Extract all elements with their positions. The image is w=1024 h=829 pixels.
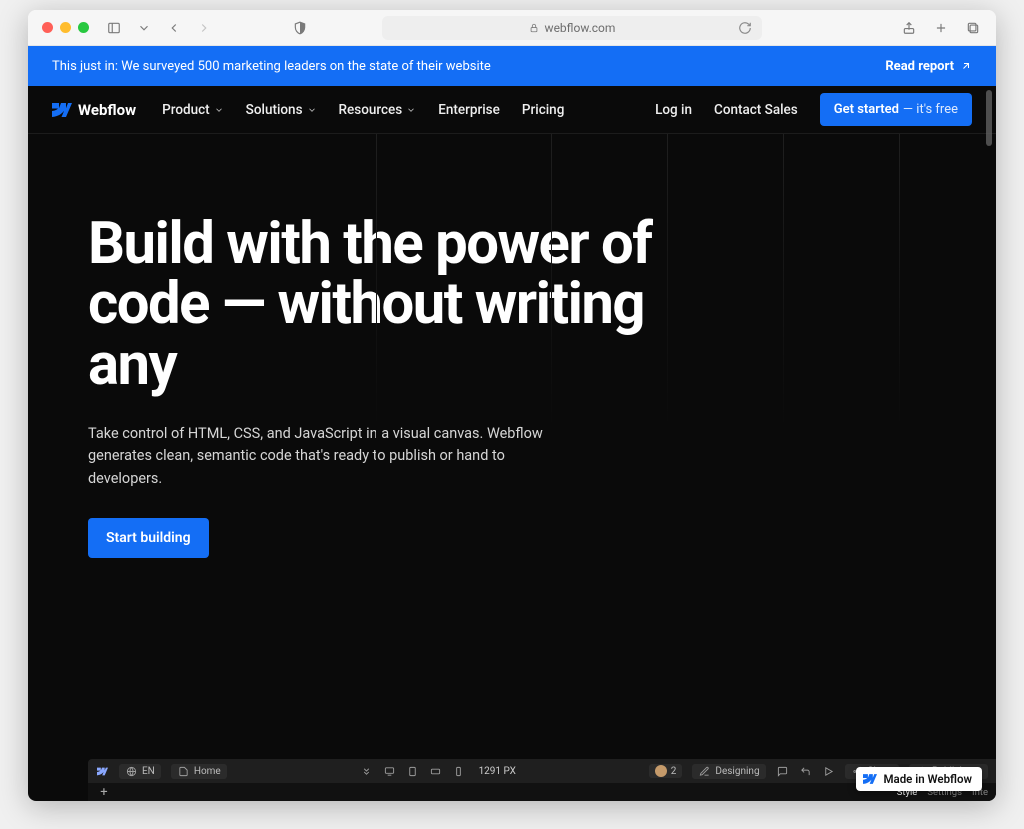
made-in-webflow-badge[interactable]: Made in Webflow bbox=[856, 767, 982, 791]
hero-subtitle: Take control of HTML, CSS, and JavaScrip… bbox=[88, 423, 568, 490]
chevron-down-icon bbox=[406, 105, 416, 115]
tablet-icon[interactable] bbox=[406, 765, 419, 778]
minimize-window-button[interactable] bbox=[60, 22, 71, 33]
brand-logo[interactable]: Webflow bbox=[52, 101, 136, 119]
nav-item-product[interactable]: Product bbox=[162, 102, 224, 118]
sidebar-toggle-icon[interactable] bbox=[105, 19, 123, 37]
close-window-button[interactable] bbox=[42, 22, 53, 33]
hero-section: Build with the power of code — without w… bbox=[28, 134, 996, 558]
collaborators-count: 2 bbox=[671, 766, 677, 777]
undo-icon[interactable] bbox=[799, 765, 812, 778]
arrow-up-right-icon bbox=[960, 60, 972, 72]
toolbar-right-group bbox=[900, 19, 982, 37]
nav-item-resources[interactable]: Resources bbox=[339, 102, 417, 118]
webflow-mark-icon[interactable] bbox=[96, 765, 109, 778]
get-started-label: Get started bbox=[834, 102, 899, 117]
share-icon[interactable] bbox=[900, 19, 918, 37]
language-chip[interactable]: EN bbox=[119, 764, 161, 779]
start-building-button[interactable]: Start building bbox=[88, 518, 209, 558]
page-viewport: This just in: We surveyed 500 marketing … bbox=[28, 46, 996, 801]
language-chip-label: EN bbox=[142, 766, 155, 777]
refresh-icon[interactable] bbox=[736, 19, 754, 37]
contact-sales-label: Contact Sales bbox=[714, 102, 798, 118]
back-button[interactable] bbox=[165, 19, 183, 37]
page-chip-label: Home bbox=[194, 766, 221, 777]
mode-chip-label: Designing bbox=[715, 766, 759, 777]
nav-item-label: Product bbox=[162, 102, 210, 118]
nav-item-enterprise[interactable]: Enterprise bbox=[438, 102, 500, 118]
page-chip[interactable]: Home bbox=[171, 764, 227, 779]
privacy-shield-icon[interactable] bbox=[291, 19, 309, 37]
add-element-button[interactable]: + bbox=[96, 785, 112, 800]
chevron-down-icon[interactable] bbox=[135, 19, 153, 37]
promo-banner: This just in: We surveyed 500 marketing … bbox=[28, 46, 996, 86]
mobile-portrait-icon[interactable] bbox=[452, 765, 465, 778]
get-started-button[interactable]: Get started — it's free bbox=[820, 93, 972, 126]
promo-banner-cta-label: Read report bbox=[885, 59, 954, 74]
toolbar-left-group bbox=[105, 19, 213, 37]
address-bar[interactable]: webflow.com bbox=[382, 16, 762, 40]
nav-item-label: Resources bbox=[339, 102, 403, 118]
url-host: webflow.com bbox=[545, 21, 616, 35]
desktop-icon[interactable] bbox=[383, 765, 396, 778]
nav-item-solutions[interactable]: Solutions bbox=[246, 102, 317, 118]
nav-item-label: Pricing bbox=[522, 102, 564, 118]
nav-item-pricing[interactable]: Pricing bbox=[522, 102, 564, 118]
lock-icon bbox=[529, 23, 539, 33]
breakpoint-expand-icon[interactable] bbox=[360, 765, 373, 778]
window-controls bbox=[42, 22, 89, 33]
made-in-webflow-label: Made in Webflow bbox=[883, 772, 972, 786]
forward-button[interactable] bbox=[195, 19, 213, 37]
login-label: Log in bbox=[655, 102, 692, 118]
chevron-down-icon bbox=[214, 105, 224, 115]
avatar bbox=[655, 765, 667, 777]
comment-icon[interactable] bbox=[776, 765, 789, 778]
zoom-window-button[interactable] bbox=[78, 22, 89, 33]
canvas-width-readout: 1291 PX bbox=[479, 766, 516, 777]
webflow-logo-icon bbox=[863, 774, 877, 784]
nav-item-label: Solutions bbox=[246, 102, 303, 118]
chevron-down-icon bbox=[307, 105, 317, 115]
promo-banner-text: This just in: We surveyed 500 marketing … bbox=[52, 59, 491, 74]
nav-item-label: Enterprise bbox=[438, 102, 500, 118]
preview-play-icon[interactable] bbox=[822, 765, 835, 778]
new-tab-icon[interactable] bbox=[932, 19, 950, 37]
browser-toolbar: webflow.com bbox=[28, 10, 996, 46]
webflow-logo-icon bbox=[52, 103, 72, 117]
mobile-landscape-icon[interactable] bbox=[429, 765, 442, 778]
globe-icon bbox=[125, 765, 138, 778]
get-started-sublabel: — it's free bbox=[903, 102, 958, 117]
hero-title: Build with the power of code — without w… bbox=[88, 214, 708, 395]
page-icon bbox=[177, 765, 190, 778]
collaborators-chip[interactable]: 2 bbox=[649, 764, 683, 778]
browser-window: webflow.com This just in: We surveyed 50… bbox=[28, 10, 996, 801]
login-link[interactable]: Log in bbox=[655, 102, 692, 118]
mode-chip[interactable]: Designing bbox=[692, 764, 765, 779]
pencil-icon bbox=[698, 765, 711, 778]
brand-name: Webflow bbox=[78, 101, 136, 119]
tabs-overview-icon[interactable] bbox=[964, 19, 982, 37]
promo-banner-cta[interactable]: Read report bbox=[885, 59, 972, 74]
contact-sales-link[interactable]: Contact Sales bbox=[714, 102, 798, 118]
site-nav: Webflow Product Solutions Resources Ente… bbox=[28, 86, 996, 134]
